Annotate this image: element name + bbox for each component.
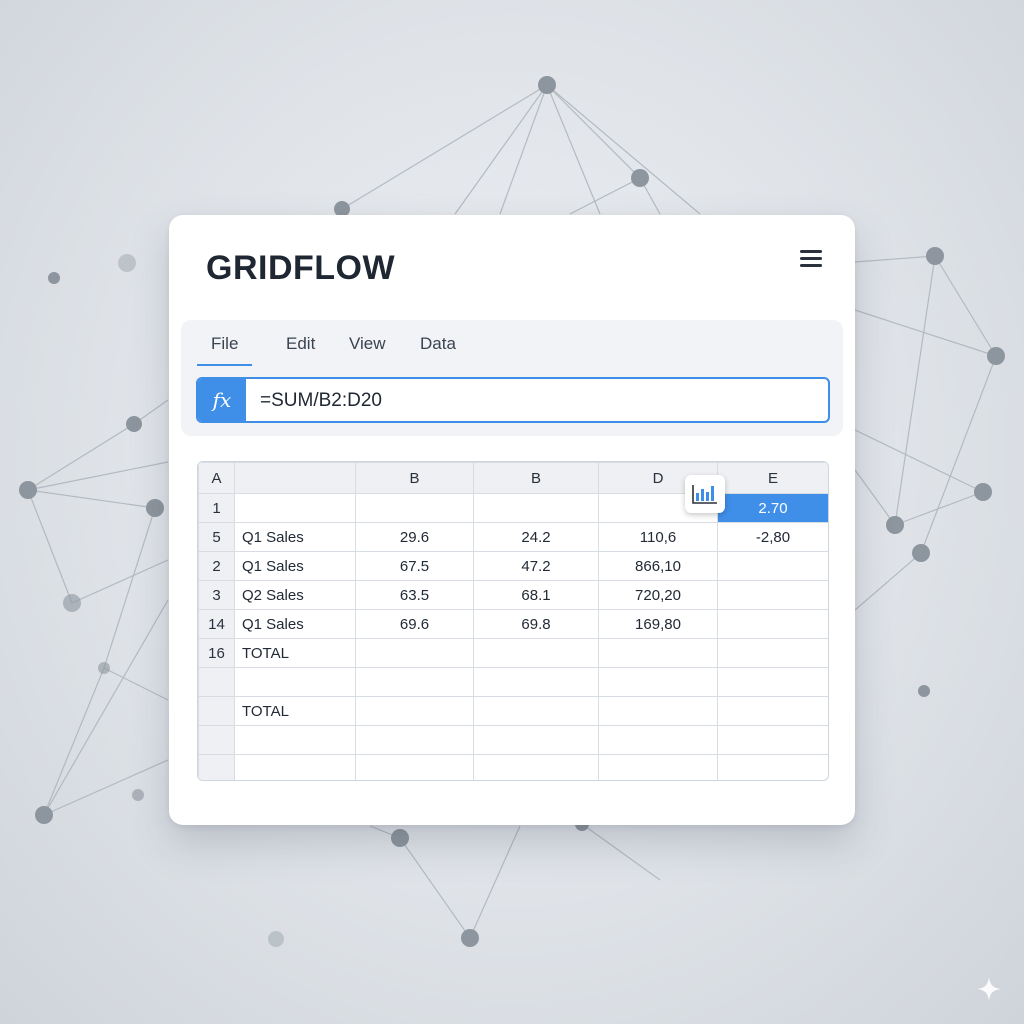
cell[interactable] <box>234 754 356 780</box>
cell[interactable] <box>473 638 599 668</box>
cell[interactable] <box>355 725 474 755</box>
cell[interactable]: 68.1 <box>473 580 599 610</box>
sparkle-icon <box>977 977 1001 1001</box>
row-header[interactable] <box>198 725 235 755</box>
cell[interactable]: 720,20 <box>598 580 718 610</box>
table-row: 16 TOTAL <box>198 638 828 668</box>
formula-bar: fx <box>196 377 830 423</box>
cell[interactable]: TOTAL <box>234 638 356 668</box>
table-row: 5 Q1 Sales 29.6 24.2 110,6 -2,80 <box>198 522 828 552</box>
row-header[interactable] <box>198 696 235 726</box>
column-header[interactable]: E <box>717 462 828 494</box>
cell[interactable]: 47.2 <box>473 551 599 581</box>
column-header[interactable]: A <box>198 462 235 494</box>
cell[interactable] <box>598 754 718 780</box>
cell[interactable] <box>355 493 474 523</box>
table-row: TOTAL <box>198 696 828 726</box>
column-header[interactable]: B <box>473 462 599 494</box>
tab-view[interactable]: View <box>335 334 400 364</box>
tab-edit[interactable]: Edit <box>272 334 329 364</box>
table-row: 14 Q1 Sales 69.6 69.8 169,80 <box>198 609 828 639</box>
cell[interactable]: 866,10 <box>598 551 718 581</box>
cell[interactable]: 67.5 <box>355 551 474 581</box>
bar-chart-icon-graphic <box>692 485 717 504</box>
cell[interactable]: -2,80 <box>717 522 828 552</box>
cell[interactable]: 169,80 <box>598 609 718 639</box>
row-header[interactable]: 14 <box>198 609 235 639</box>
cell[interactable] <box>598 667 718 697</box>
row-header[interactable]: 3 <box>198 580 235 610</box>
cell[interactable] <box>234 493 356 523</box>
cell[interactable] <box>717 580 828 610</box>
row-header[interactable]: 2 <box>198 551 235 581</box>
cell[interactable]: 63.5 <box>355 580 474 610</box>
cell[interactable] <box>473 667 599 697</box>
function-icon[interactable]: fx <box>198 379 246 421</box>
cell[interactable] <box>717 667 828 697</box>
cell[interactable] <box>355 667 474 697</box>
column-header-row: A B B D E <box>198 462 828 494</box>
row-header[interactable] <box>198 754 235 780</box>
cell[interactable]: 69.6 <box>355 609 474 639</box>
bar-chart-icon[interactable] <box>685 475 725 513</box>
cell[interactable] <box>717 609 828 639</box>
hamburger-menu-icon[interactable] <box>797 247 825 273</box>
cell[interactable] <box>234 667 356 697</box>
row-header[interactable]: 1 <box>198 493 235 523</box>
cell[interactable] <box>717 725 828 755</box>
cell[interactable] <box>355 638 474 668</box>
spreadsheet-grid: A B B D E 1 2.70 5 Q1 Sales 29.6 24.2 11… <box>197 461 829 781</box>
table-row <box>198 754 828 780</box>
tab-file[interactable]: File <box>197 334 253 366</box>
column-header[interactable]: B <box>355 462 474 494</box>
cell[interactable] <box>473 754 599 780</box>
cell[interactable] <box>473 725 599 755</box>
cell[interactable]: Q1 Sales <box>234 522 356 552</box>
cell[interactable] <box>355 754 474 780</box>
selected-cell[interactable]: 2.70 <box>717 493 828 523</box>
cell[interactable] <box>717 754 828 780</box>
cell[interactable] <box>598 725 718 755</box>
toolbar: File Edit View Data fx <box>181 320 843 436</box>
cell[interactable]: Q2 Sales <box>234 580 356 610</box>
app-title: GRIDFLOW <box>206 249 396 287</box>
cell[interactable] <box>234 725 356 755</box>
row-header[interactable]: 5 <box>198 522 235 552</box>
cell[interactable] <box>717 696 828 726</box>
cell[interactable] <box>717 638 828 668</box>
cell[interactable]: 29.6 <box>355 522 474 552</box>
column-header[interactable] <box>234 462 356 494</box>
cell[interactable] <box>598 696 718 726</box>
cell[interactable]: 110,6 <box>598 522 718 552</box>
row-header[interactable]: 16 <box>198 638 235 668</box>
cell[interactable]: Q1 Sales <box>234 609 356 639</box>
table-row <box>198 667 828 697</box>
cell[interactable] <box>598 638 718 668</box>
cell[interactable] <box>355 696 474 726</box>
row-header[interactable] <box>198 667 235 697</box>
cell[interactable]: Q1 Sales <box>234 551 356 581</box>
table-row: 1 2.70 <box>198 493 828 523</box>
tab-data[interactable]: Data <box>406 334 470 364</box>
table-row <box>198 725 828 755</box>
cell[interactable] <box>473 493 599 523</box>
spreadsheet-window: GRIDFLOW File Edit View Data fx A B B <box>169 215 855 825</box>
table-row: 2 Q1 Sales 67.5 47.2 866,10 <box>198 551 828 581</box>
cell[interactable]: 24.2 <box>473 522 599 552</box>
cell[interactable] <box>717 551 828 581</box>
table-row: 3 Q2 Sales 63.5 68.1 720,20 <box>198 580 828 610</box>
cell[interactable]: TOTAL <box>234 696 356 726</box>
formula-input[interactable] <box>258 379 822 421</box>
cell[interactable]: 69.8 <box>473 609 599 639</box>
cell[interactable] <box>473 696 599 726</box>
